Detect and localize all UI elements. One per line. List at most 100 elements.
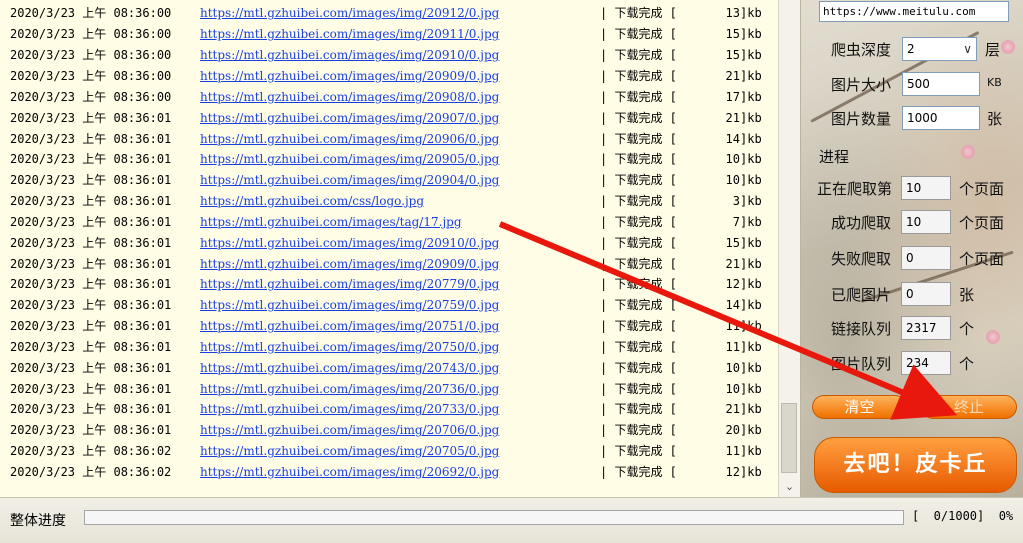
log-url-link[interactable]: https://mtl.gzhuibei.com/images/img/2075… bbox=[200, 316, 600, 337]
log-line: 2020/3/23 上午 08:36:01 https://mtl.gzhuibe… bbox=[10, 170, 762, 191]
log-size-unit: ]kb bbox=[740, 68, 762, 83]
log-url-link[interactable]: https://mtl.gzhuibei.com/images/img/2077… bbox=[200, 274, 600, 295]
log-url-link[interactable]: https://mtl.gzhuibei.com/images/img/2075… bbox=[200, 337, 600, 358]
log-line: 2020/3/23 上午 08:36:01 https://mtl.gzhuibe… bbox=[10, 337, 762, 358]
log-url-link[interactable]: https://mtl.gzhuibei.com/images/tag/17.j… bbox=[200, 212, 600, 233]
log-timestamp: 2020/3/23 上午 08:36:00 bbox=[10, 6, 172, 21]
log-url-link[interactable]: https://mtl.gzhuibei.com/images/img/2090… bbox=[200, 149, 600, 170]
start-button[interactable]: 去吧！皮卡丘 bbox=[814, 437, 1017, 493]
log-timestamp: 2020/3/23 上午 08:36:01 bbox=[10, 360, 172, 375]
log-status: | 下载完成 [ bbox=[600, 68, 677, 83]
log-url-link[interactable]: https://mtl.gzhuibei.com/images/img/2090… bbox=[200, 129, 600, 150]
log-status: | 下载完成 [ bbox=[600, 194, 677, 209]
log-line: 2020/3/23 上午 08:36:00 https://mtl.gzhuibe… bbox=[10, 3, 762, 24]
stop-button[interactable]: 终止 bbox=[921, 395, 1017, 419]
log-size-unit: ]kb bbox=[740, 360, 762, 375]
stat-value-link-queue: 2317 bbox=[901, 316, 951, 340]
log-url-link[interactable]: https://mtl.gzhuibei.com/images/img/2090… bbox=[200, 170, 600, 191]
log-size: 3 bbox=[732, 194, 740, 209]
clear-button[interactable]: 清空 bbox=[812, 395, 907, 419]
url-input[interactable]: https://www.meitulu.com bbox=[819, 1, 1009, 22]
log-status: | 下载完成 [ bbox=[600, 27, 677, 42]
log-timestamp: 2020/3/23 上午 08:36:01 bbox=[10, 381, 172, 396]
stat-value-success: 10 bbox=[901, 210, 951, 234]
log-timestamp: 2020/3/23 上午 08:36:01 bbox=[10, 110, 172, 125]
log-status: | 下载完成 [ bbox=[600, 277, 677, 292]
log-size: 10 bbox=[725, 381, 740, 396]
image-size-unit: KB bbox=[987, 76, 1002, 89]
log-url-link[interactable]: https://mtl.gzhuibei.com/images/img/2090… bbox=[200, 66, 600, 87]
log-size-unit: ]kb bbox=[740, 465, 762, 479]
log-url-link[interactable]: https://mtl.gzhuibei.com/images/img/2073… bbox=[200, 379, 600, 400]
log-scrollbar[interactable]: ⌄ bbox=[778, 0, 800, 497]
log-size-unit: ]kb bbox=[740, 89, 762, 104]
stat-value-image-queue: 234 bbox=[901, 351, 951, 375]
log-size: 11 bbox=[725, 444, 740, 459]
log-status: | 下载完成 [ bbox=[600, 6, 677, 21]
scrollbar-thumb[interactable] bbox=[781, 403, 797, 473]
log-status: | 下载完成 [ bbox=[600, 402, 677, 417]
log-status: | 下载完成 [ bbox=[600, 256, 677, 271]
log-timestamp: 2020/3/23 上午 08:36:01 bbox=[10, 194, 172, 209]
log-timestamp: 2020/3/23 上午 08:36:01 bbox=[10, 298, 172, 313]
log-line: 2020/3/23 上午 08:36:00 https://mtl.gzhuibe… bbox=[10, 87, 762, 108]
stat-unit-success: 个页面 bbox=[959, 214, 1005, 232]
image-size-input[interactable]: 500 bbox=[902, 72, 980, 96]
stat-unit-images: 张 bbox=[959, 286, 975, 304]
log-size: 14 bbox=[725, 131, 740, 146]
log-status: | 下载完成 [ bbox=[600, 465, 677, 479]
log-line: 2020/3/23 上午 08:36:00 https://mtl.gzhuibe… bbox=[10, 66, 762, 87]
image-size-label: 图片大小 bbox=[831, 76, 892, 94]
log-url-link[interactable]: https://mtl.gzhuibei.com/images/img/2091… bbox=[200, 24, 600, 45]
log-lines: 2020/3/23 上午 08:36:00 https://mtl.gzhuibe… bbox=[10, 3, 762, 483]
log-timestamp: 2020/3/23 上午 08:36:02 bbox=[10, 444, 172, 459]
control-panel: https://www.meitulu.com 爬虫深度 2 ∨ 层 图片大小 … bbox=[801, 0, 1023, 497]
log-size: 10 bbox=[725, 152, 740, 167]
log-url-link[interactable]: https://mtl.gzhuibei.com/images/img/2070… bbox=[200, 420, 600, 441]
log-url-link[interactable]: https://mtl.gzhuibei.com/images/img/2090… bbox=[200, 254, 600, 275]
log-timestamp: 2020/3/23 上午 08:36:00 bbox=[10, 48, 172, 63]
log-size-unit: ]kb bbox=[740, 277, 762, 292]
log-status: | 下载完成 [ bbox=[600, 214, 677, 229]
stat-label-images: 已爬图片 bbox=[831, 286, 892, 304]
log-line: 2020/3/23 上午 08:36:01 https://mtl.gzhuibe… bbox=[10, 316, 762, 337]
log-url-link[interactable]: https://mtl.gzhuibei.com/images/img/2069… bbox=[200, 462, 600, 483]
depth-unit: 层 bbox=[985, 41, 1001, 59]
log-size: 10 bbox=[725, 173, 740, 188]
overall-progress-text: [ 0/1000] 0% bbox=[912, 509, 1014, 523]
log-url-link[interactable]: https://mtl.gzhuibei.com/images/img/2073… bbox=[200, 399, 600, 420]
log-status: | 下载完成 [ bbox=[600, 235, 677, 250]
log-url-link[interactable]: https://mtl.gzhuibei.com/images/img/2070… bbox=[200, 441, 600, 462]
log-size: 17 bbox=[725, 89, 740, 104]
log-url-link[interactable]: https://mtl.gzhuibei.com/images/img/2074… bbox=[200, 358, 600, 379]
stat-unit-image-queue: 个 bbox=[959, 355, 975, 373]
log-timestamp: 2020/3/23 上午 08:36:00 bbox=[10, 27, 172, 42]
log-size-unit: ]kb bbox=[740, 402, 762, 417]
log-size-unit: ]kb bbox=[740, 235, 762, 250]
scroll-down-icon[interactable]: ⌄ bbox=[779, 477, 800, 497]
log-line: 2020/3/23 上午 08:36:01 https://mtl.gzhuibe… bbox=[10, 420, 762, 441]
log-url-link[interactable]: https://mtl.gzhuibei.com/images/img/2090… bbox=[200, 108, 600, 129]
log-url-link[interactable]: https://mtl.gzhuibei.com/images/img/2091… bbox=[200, 45, 600, 66]
log-url-link[interactable]: https://mtl.gzhuibei.com/images/img/2091… bbox=[200, 3, 600, 24]
log-timestamp: 2020/3/23 上午 08:36:01 bbox=[10, 339, 172, 354]
log-line: 2020/3/23 上午 08:36:02 https://mtl.gzhuibe… bbox=[10, 462, 762, 483]
log-status: | 下载完成 [ bbox=[600, 152, 677, 167]
log-status: | 下载完成 [ bbox=[600, 339, 677, 354]
depth-label: 爬虫深度 bbox=[831, 41, 892, 59]
log-size: 21 bbox=[725, 68, 740, 83]
log-size-unit: ]kb bbox=[740, 256, 762, 271]
log-size: 15 bbox=[725, 48, 740, 63]
log-url-link[interactable]: https://mtl.gzhuibei.com/images/img/2091… bbox=[200, 233, 600, 254]
progress-section-title: 进程 bbox=[819, 148, 850, 166]
log-size-unit: ]kb bbox=[740, 48, 762, 63]
log-size: 12 bbox=[725, 465, 740, 479]
log-timestamp: 2020/3/23 上午 08:36:01 bbox=[10, 277, 172, 292]
log-size-unit: ]kb bbox=[740, 381, 762, 396]
depth-select[interactable]: 2 ∨ bbox=[902, 37, 977, 61]
image-count-input[interactable]: 1000 bbox=[902, 106, 980, 130]
log-url-link[interactable]: https://mtl.gzhuibei.com/css/logo.jpg bbox=[200, 191, 600, 212]
log-url-link[interactable]: https://mtl.gzhuibei.com/images/img/2090… bbox=[200, 87, 600, 108]
log-url-link[interactable]: https://mtl.gzhuibei.com/images/img/2075… bbox=[200, 295, 600, 316]
log-line: 2020/3/23 上午 08:36:02 https://mtl.gzhuibe… bbox=[10, 441, 762, 462]
